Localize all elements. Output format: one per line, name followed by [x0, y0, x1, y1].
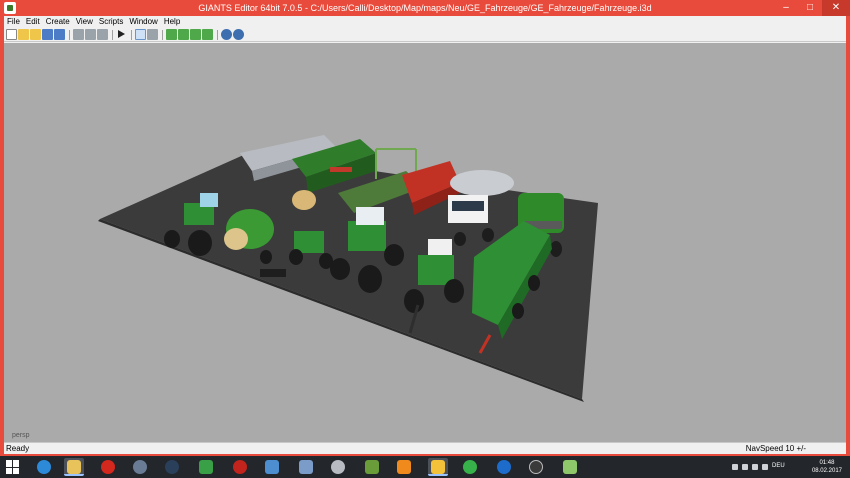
game-icon [199, 460, 213, 474]
taskbar-app[interactable] [428, 458, 448, 476]
save-icon[interactable] [42, 29, 53, 40]
taskbar-app[interactable] [526, 458, 546, 476]
clock-time: 01:48 [819, 460, 835, 466]
globe-icon[interactable] [221, 29, 232, 40]
display-icon [299, 460, 313, 474]
taskbar-app[interactable] [560, 458, 580, 476]
new-file-icon[interactable] [6, 29, 17, 40]
steam-icon [165, 460, 179, 474]
app-window: GIANTS Editor 64bit 7.0.5 - C:/Users/Cal… [0, 0, 850, 456]
status-bar: Ready NavSpeed 10 +/- [4, 442, 846, 454]
clock-date: 08.02.2017 [811, 468, 842, 474]
minecraft-icon [365, 460, 379, 474]
taskbar-app[interactable] [494, 458, 514, 476]
menu-bar: File Edit Create View Scripts Window Hel… [4, 16, 846, 28]
close-button[interactable]: ✕ [822, 0, 850, 16]
taskbar-app[interactable] [328, 458, 348, 476]
language-indicator[interactable]: DEU [772, 463, 785, 469]
camera-label: persp [12, 432, 30, 439]
taskbar-app[interactable] [196, 458, 216, 476]
menu-window[interactable]: Window [126, 16, 160, 28]
toolbar-separator [112, 29, 113, 40]
menu-file[interactable]: File [4, 16, 23, 28]
start-orb-icon [37, 460, 51, 474]
disc-icon [331, 460, 345, 474]
cut-icon[interactable] [97, 29, 108, 40]
nav-speed: NavSpeed 10 +/- [745, 444, 806, 453]
maximize-button[interactable]: □ [798, 0, 822, 16]
toolbar-separator [217, 29, 218, 40]
volume-icon[interactable] [762, 464, 768, 470]
record-icon [233, 460, 247, 474]
flag-icon[interactable] [742, 464, 748, 470]
vlc-icon [397, 460, 411, 474]
opera-icon [101, 460, 115, 474]
status-text: Ready [6, 444, 30, 453]
system-tray: DEU 01:48 08.02.2017 [730, 456, 850, 478]
menu-help[interactable]: Help [161, 16, 183, 28]
taskbar-app[interactable] [64, 458, 84, 476]
chevron-up-icon[interactable] [732, 464, 738, 470]
whatsapp-icon [463, 460, 477, 474]
lock-icon[interactable] [147, 29, 158, 40]
save-as-icon[interactable] [54, 29, 65, 40]
scene-render [98, 135, 598, 402]
menu-view[interactable]: View [73, 16, 96, 28]
taskbar: DEU 01:48 08.02.2017 [0, 456, 850, 478]
start-button[interactable] [6, 460, 20, 474]
clock[interactable]: 01:48 08.02.2017 [812, 459, 842, 475]
foliage-paint-icon[interactable] [190, 29, 201, 40]
taskbar-app[interactable] [130, 458, 150, 476]
paint-icon [563, 460, 577, 474]
taskbar-app[interactable] [34, 458, 54, 476]
title-bar[interactable]: GIANTS Editor 64bit 7.0.5 - C:/Users/Cal… [0, 0, 850, 16]
taskbar-app[interactable] [230, 458, 250, 476]
taskbar-app[interactable] [262, 458, 282, 476]
undo-icon[interactable] [73, 29, 84, 40]
toolbar-separator [162, 29, 163, 40]
network-icon[interactable] [233, 29, 244, 40]
3d-viewport[interactable]: persp [4, 43, 846, 442]
play-icon[interactable] [116, 29, 127, 40]
redo-icon[interactable] [85, 29, 96, 40]
obs-icon [529, 460, 543, 474]
taskbar-app[interactable] [296, 458, 316, 476]
toolbar-separator [69, 29, 70, 40]
open-recent-icon[interactable] [30, 29, 41, 40]
giants-editor-icon [431, 460, 445, 474]
menu-edit[interactable]: Edit [23, 16, 43, 28]
teamviewer-icon [497, 460, 511, 474]
taskbar-app[interactable] [98, 458, 118, 476]
terrain-paint-icon[interactable] [178, 29, 189, 40]
terrain-sculpt-icon[interactable] [166, 29, 177, 40]
open-file-icon[interactable] [18, 29, 29, 40]
toolbar-separator [131, 29, 132, 40]
client-area: File Edit Create View Scripts Window Hel… [4, 16, 846, 454]
select-tool-icon[interactable] [135, 29, 146, 40]
menu-create[interactable]: Create [43, 16, 73, 28]
window-title: GIANTS Editor 64bit 7.0.5 - C:/Users/Cal… [198, 3, 652, 13]
place-object-icon[interactable] [202, 29, 213, 40]
taskbar-app[interactable] [460, 458, 480, 476]
minimize-button[interactable]: – [774, 0, 798, 16]
explorer-icon [67, 460, 81, 474]
menu-scripts[interactable]: Scripts [96, 16, 126, 28]
taskbar-app[interactable] [362, 458, 382, 476]
taskbar-app[interactable] [162, 458, 182, 476]
toolbar [4, 28, 846, 42]
network-status-icon[interactable] [752, 464, 758, 470]
windows-logo-icon [6, 460, 12, 467]
network-icon [265, 460, 279, 474]
media-icon [133, 460, 147, 474]
taskbar-app[interactable] [394, 458, 414, 476]
